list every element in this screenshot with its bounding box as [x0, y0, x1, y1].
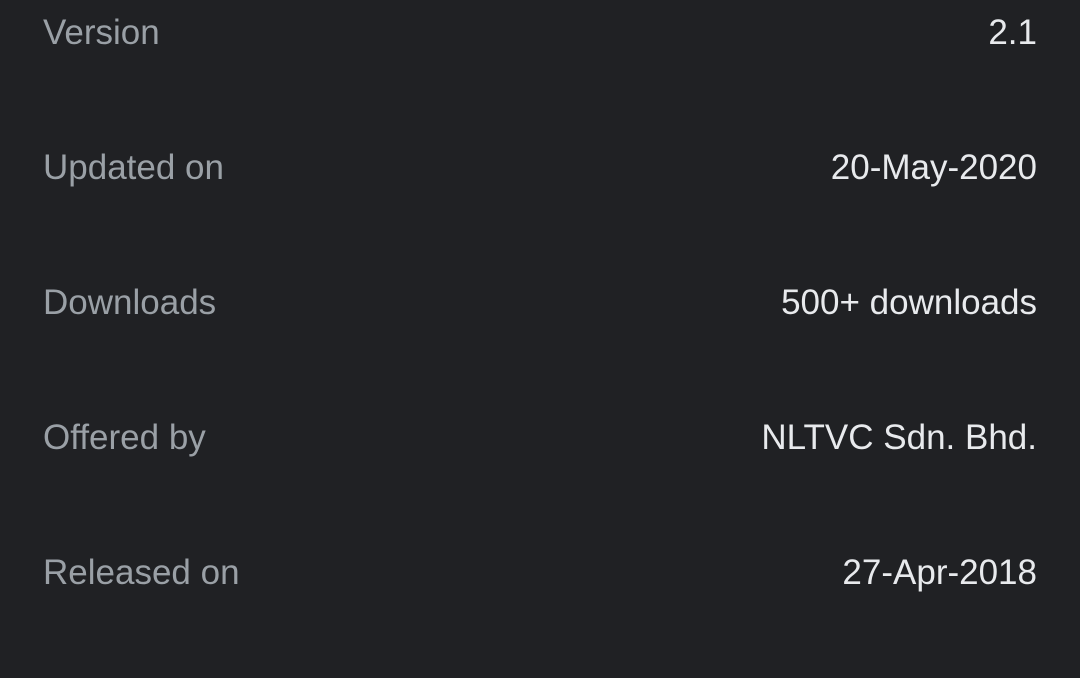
downloads-row: Downloads 500+ downloads — [0, 273, 1080, 333]
offered-by-value: NLTVC Sdn. Bhd. — [761, 418, 1037, 457]
updated-on-row: Updated on 20-May-2020 — [0, 138, 1080, 198]
updated-on-value: 20-May-2020 — [830, 148, 1037, 187]
downloads-label: Downloads — [43, 283, 217, 322]
released-on-label: Released on — [43, 553, 240, 592]
version-row: Version 2.1 — [0, 3, 1080, 63]
version-value: 2.1 — [988, 13, 1037, 52]
offered-by-row: Offered by NLTVC Sdn. Bhd. — [0, 408, 1080, 468]
downloads-value: 500+ downloads — [781, 283, 1037, 322]
version-label: Version — [43, 13, 160, 52]
offered-by-label: Offered by — [43, 418, 206, 457]
released-on-value: 27-Apr-2018 — [842, 553, 1037, 592]
updated-on-label: Updated on — [43, 148, 224, 187]
released-on-row: Released on 27-Apr-2018 — [0, 543, 1080, 603]
app-info-list: Version 2.1 Updated on 20-May-2020 Downl… — [0, 0, 1080, 678]
